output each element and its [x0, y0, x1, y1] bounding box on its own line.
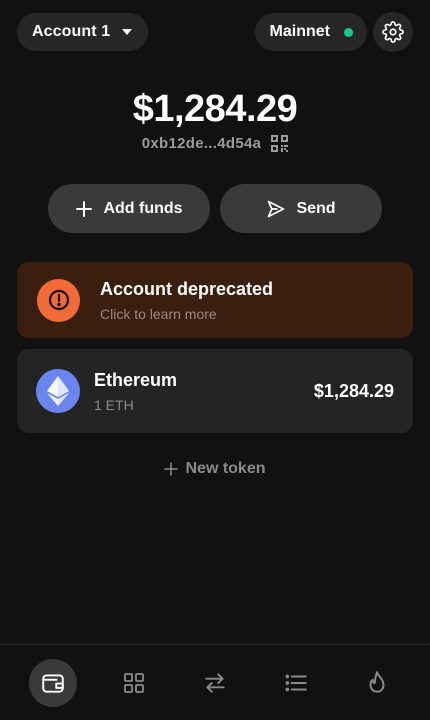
- plus-icon: [164, 462, 179, 476]
- header-right: Mainnet: [254, 12, 413, 52]
- account-label: Account 1: [32, 23, 111, 40]
- nav-swap[interactable]: [191, 659, 239, 707]
- new-token-label: New token: [185, 460, 266, 477]
- network-selector[interactable]: Mainnet: [254, 13, 367, 51]
- list-icon: [285, 674, 307, 691]
- warning-subtitle: Click to learn more: [100, 305, 217, 322]
- settings-button[interactable]: [373, 12, 413, 52]
- swap-arrows-icon: [205, 672, 225, 693]
- warning-text: Account deprecated Click to learn more: [100, 279, 273, 322]
- token-amount: 1 ETH: [94, 396, 134, 413]
- plus-icon: [76, 200, 93, 217]
- apps-grid-icon: [123, 672, 144, 693]
- send-button[interactable]: Send: [220, 184, 382, 233]
- caret-down-icon: [122, 29, 133, 35]
- warning-icon: [37, 278, 80, 322]
- warning-title: Account deprecated: [100, 278, 274, 299]
- nav-wallet[interactable]: [28, 658, 77, 707]
- wallet-address[interactable]: 0xb12de...4d54a: [142, 135, 262, 152]
- account-selector[interactable]: Account 1: [17, 13, 149, 51]
- gear-icon: [382, 21, 404, 43]
- ethereum-icon: [36, 369, 80, 413]
- top-bar: Account 1 Mainnet: [17, 12, 413, 52]
- new-token-button[interactable]: New token: [0, 460, 430, 478]
- token-info: Ethereum 1 ETH: [94, 370, 314, 413]
- token-value: $1,284.29: [313, 380, 394, 401]
- add-funds-label: Add funds: [103, 199, 183, 217]
- bottom-nav: [0, 644, 430, 720]
- network-status-dot: [344, 27, 353, 37]
- nav-activity[interactable]: [272, 659, 320, 707]
- network-label: Mainnet: [269, 23, 330, 40]
- wallet-balance: $1,284.29: [132, 88, 298, 130]
- send-icon: [268, 200, 285, 217]
- token-row[interactable]: Ethereum 1 ETH $1,284.29: [17, 349, 413, 433]
- add-funds-button[interactable]: Add funds: [48, 184, 210, 233]
- send-label: Send: [296, 199, 336, 217]
- nav-flame[interactable]: [353, 659, 401, 707]
- address-row[interactable]: 0xb12de...4d54a: [0, 135, 430, 152]
- nav-apps[interactable]: [110, 659, 158, 707]
- token-name: Ethereum: [94, 369, 178, 390]
- action-buttons: Add funds Send: [48, 184, 382, 233]
- flame-icon: [369, 670, 385, 693]
- qr-code-icon[interactable]: [271, 135, 289, 152]
- wallet-icon: [41, 673, 64, 693]
- deprecated-account-banner[interactable]: Account deprecated Click to learn more: [17, 262, 413, 338]
